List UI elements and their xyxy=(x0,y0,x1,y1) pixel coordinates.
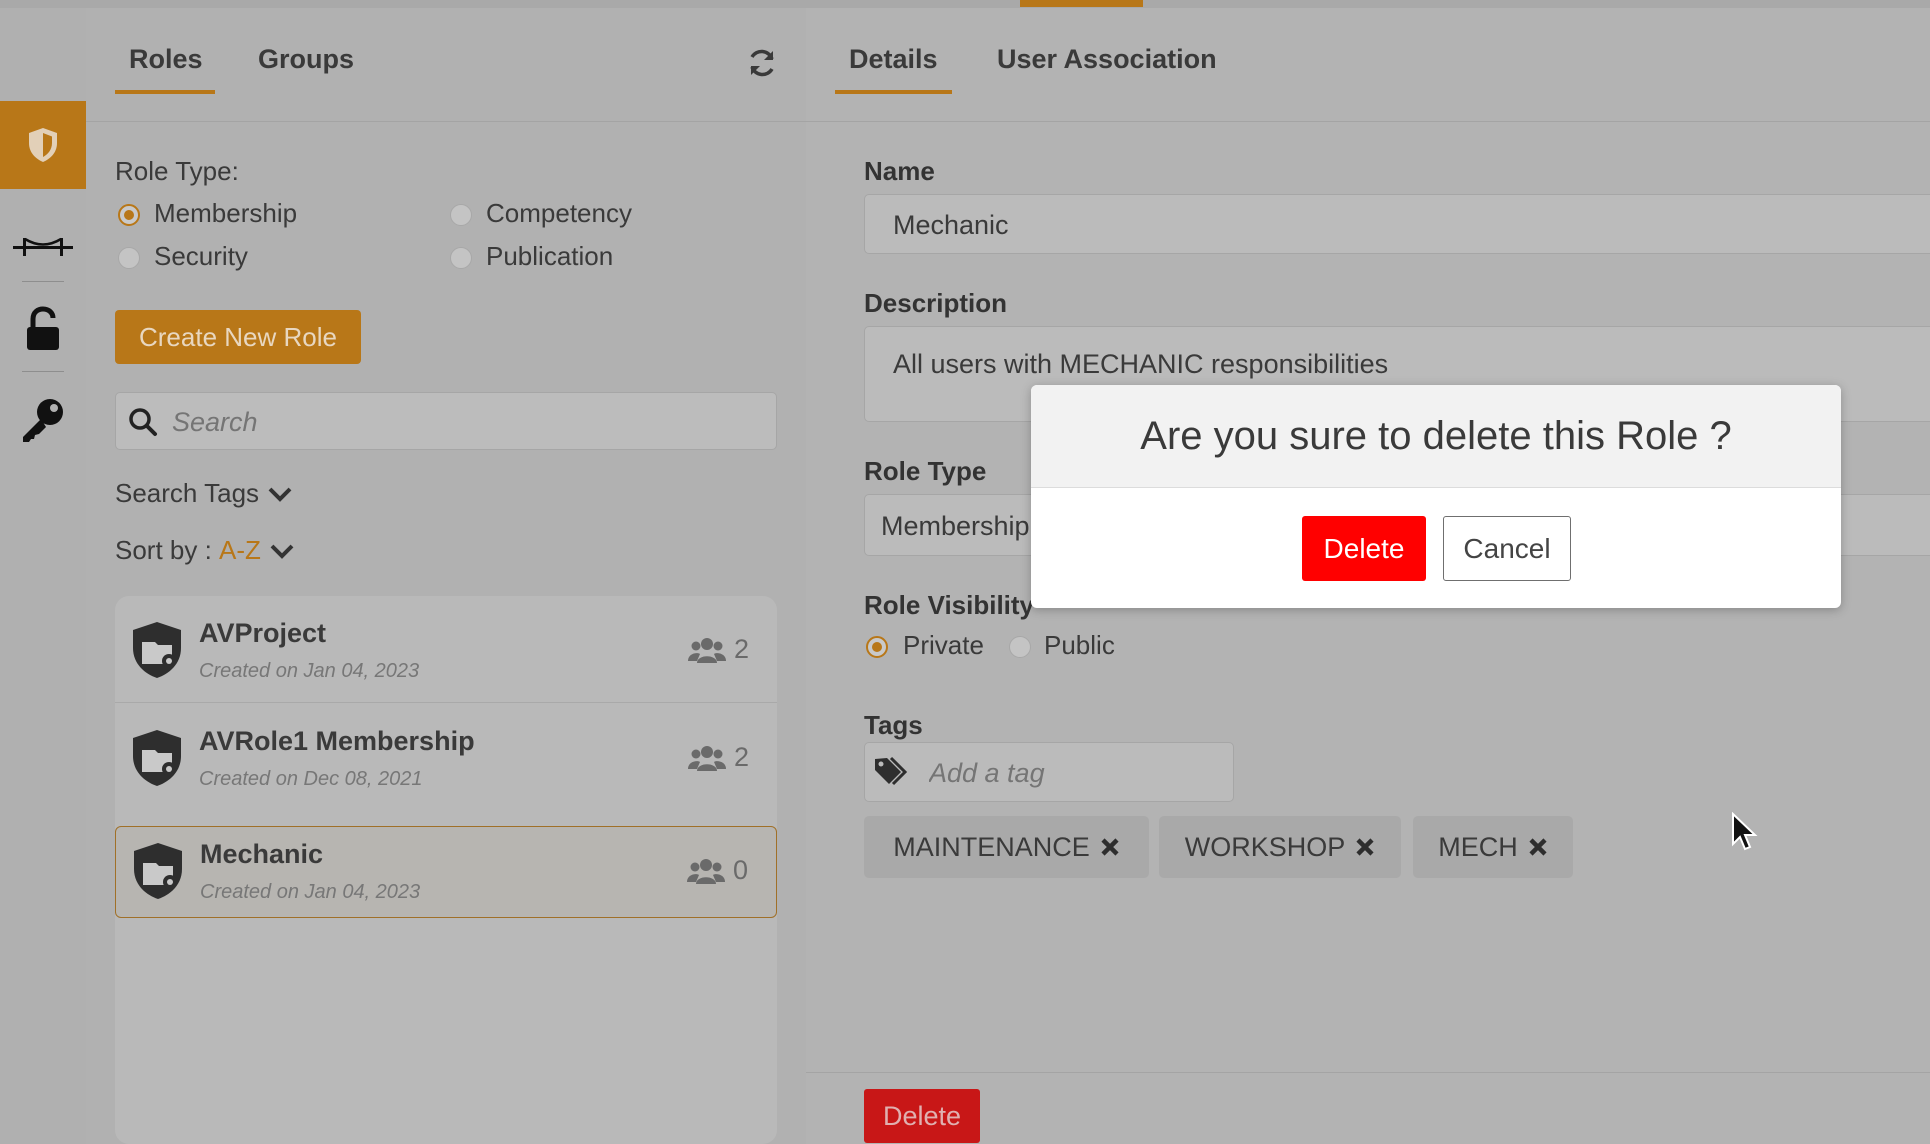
close-icon[interactable] xyxy=(1355,837,1375,857)
radio-public[interactable] xyxy=(1009,636,1031,658)
tag-label: MAINTENANCE xyxy=(893,831,1090,862)
role-created-date: Created on Jan 04, 2023 xyxy=(199,660,420,682)
tag-label: MECH xyxy=(1438,831,1518,862)
footer-divider xyxy=(806,1072,1930,1073)
role-name: AVProject xyxy=(199,618,327,648)
refresh-icon[interactable] xyxy=(746,47,778,79)
role-visibility-label: Role Visibility xyxy=(864,590,1035,620)
icon-rail xyxy=(0,8,86,1144)
name-label: Name xyxy=(864,156,935,186)
tag-chip: MAINTENANCE xyxy=(864,816,1149,878)
add-tag-input[interactable] xyxy=(927,753,1221,793)
radio-private-label: Private xyxy=(903,630,984,660)
role-type-label: Role Type: xyxy=(115,156,239,186)
name-field-value: Mechanic xyxy=(893,210,1009,240)
bridge-icon xyxy=(13,237,73,256)
role-name: Mechanic xyxy=(200,839,324,869)
role-list: AVProject Created on Jan 04, 2023 2 AVRo… xyxy=(115,596,777,1144)
active-tab-indicator xyxy=(115,90,215,94)
member-count-value: 2 xyxy=(733,742,749,772)
rail-divider xyxy=(22,371,64,372)
role-type-label: Role Type xyxy=(864,456,987,486)
member-count-value: 0 xyxy=(732,855,748,885)
member-count-value: 2 xyxy=(733,634,749,664)
radio-security[interactable] xyxy=(118,247,140,269)
tag-chip: MECH xyxy=(1413,816,1573,878)
role-shield-icon xyxy=(134,843,182,899)
radio-publication-label: Publication xyxy=(486,241,614,271)
tab-details[interactable]: Details xyxy=(849,44,938,75)
tab-roles[interactable]: Roles xyxy=(129,44,203,75)
mouse-cursor-icon xyxy=(1732,812,1758,851)
add-tag-field[interactable] xyxy=(864,742,1234,802)
tags-label: Tags xyxy=(864,710,923,740)
tab-user-association[interactable]: User Association xyxy=(997,44,1217,75)
sort-label: Sort by : xyxy=(115,535,220,565)
description-field-value: All users with MECHANIC responsibilities xyxy=(893,349,1389,379)
radio-membership[interactable] xyxy=(118,204,140,226)
sort-control[interactable]: Sort by : A-Z xyxy=(115,535,295,566)
confirm-delete-button[interactable]: Delete xyxy=(1302,516,1426,581)
dialog-title: Are you sure to delete this Role ? xyxy=(1031,385,1841,488)
unlock-icon xyxy=(27,306,59,350)
tabs-divider xyxy=(806,121,1930,122)
search-input[interactable] xyxy=(170,401,764,443)
search-tags-label: Search Tags xyxy=(115,478,260,508)
close-icon[interactable] xyxy=(1100,837,1120,857)
users-icon xyxy=(687,637,726,663)
role-member-count: 2 xyxy=(687,742,749,773)
description-label: Description xyxy=(864,288,1008,318)
role-member-count: 0 xyxy=(686,855,748,886)
tag-chip: WORKSHOP xyxy=(1159,816,1401,878)
radio-private[interactable] xyxy=(866,636,888,658)
active-tab-indicator xyxy=(835,90,952,94)
role-type-value: Membership xyxy=(881,511,1030,541)
tabs-divider xyxy=(86,121,806,122)
chevron-down-icon xyxy=(268,487,292,502)
users-icon xyxy=(686,858,725,884)
users-icon xyxy=(687,745,726,771)
role-list-item[interactable]: AVProject Created on Jan 04, 2023 2 xyxy=(115,596,777,702)
chevron-down-icon xyxy=(270,544,294,559)
role-list-item-selected[interactable]: Mechanic Created on Jan 04, 2023 0 xyxy=(115,826,777,918)
shield-icon xyxy=(29,128,57,162)
radio-competency[interactable] xyxy=(450,204,472,226)
radio-publication[interactable] xyxy=(450,247,472,269)
create-new-role-button[interactable]: Create New Role xyxy=(115,310,361,364)
radio-security-label: Security xyxy=(154,241,248,271)
rail-divider xyxy=(22,281,64,282)
role-name: AVRole1 Membership xyxy=(199,726,475,756)
sort-value: A-Z xyxy=(219,535,261,565)
key-icon xyxy=(23,399,63,442)
role-shield-icon xyxy=(133,730,181,786)
name-field[interactable]: Mechanic xyxy=(864,194,1930,254)
search-icon xyxy=(129,408,157,436)
radio-competency-label: Competency xyxy=(486,198,632,228)
tag-label: WORKSHOP xyxy=(1184,831,1346,862)
rail-item-keys[interactable] xyxy=(0,392,86,448)
search-box xyxy=(115,392,777,450)
cancel-button[interactable]: Cancel xyxy=(1443,516,1571,581)
role-list-item[interactable]: AVRole1 Membership Created on Dec 08, 20… xyxy=(115,704,777,810)
delete-role-button[interactable]: Delete xyxy=(864,1089,980,1143)
rail-item-permissions[interactable] xyxy=(0,302,86,356)
rail-item-bridge[interactable] xyxy=(0,224,86,270)
top-accent-bar xyxy=(1020,0,1143,7)
row-divider xyxy=(115,702,777,703)
role-member-count: 2 xyxy=(687,634,749,665)
radio-membership-label: Membership xyxy=(154,198,298,228)
tag-icon xyxy=(875,756,908,786)
radio-public-label: Public xyxy=(1044,630,1115,660)
rail-item-roles[interactable] xyxy=(0,101,86,189)
role-created-date: Created on Dec 08, 2021 xyxy=(199,768,423,790)
role-shield-icon xyxy=(133,622,181,678)
close-icon[interactable] xyxy=(1528,837,1548,857)
delete-confirm-dialog: Are you sure to delete this Role ? Delet… xyxy=(1031,385,1841,608)
search-tags-toggle[interactable]: Search Tags xyxy=(115,478,293,509)
role-created-date: Created on Jan 04, 2023 xyxy=(200,881,421,903)
tab-groups[interactable]: Groups xyxy=(258,44,354,75)
top-strip xyxy=(0,0,1930,8)
